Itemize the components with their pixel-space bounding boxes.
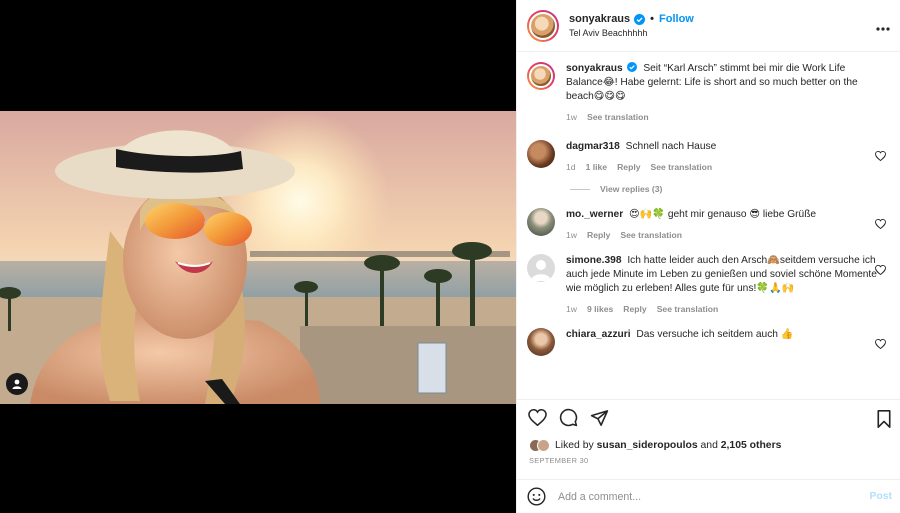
caption-username[interactable]: sonyakraus: [566, 63, 623, 74]
replies-divider: [570, 188, 590, 190]
likes-user[interactable]: susan_sideropoulos: [597, 440, 698, 451]
post-header: sonyakraus • Follow Tel Aviv Beachhhhh: [517, 0, 900, 52]
caption-avatar[interactable]: [527, 62, 555, 90]
emoji-icon[interactable]: [527, 487, 546, 506]
post-photo[interactable]: [0, 111, 516, 404]
caption: sonyakraus Seit “Karl Arsch” stimmt bei …: [527, 62, 890, 124]
comment-item: simone.398 Ich hatte leider auch den Ars…: [527, 254, 890, 316]
post-comment-button[interactable]: Post: [869, 491, 892, 502]
see-translation-button[interactable]: See translation: [657, 302, 719, 316]
post-details-panel: sonyakraus • Follow Tel Aviv Beachhhhh s…: [516, 0, 900, 513]
post-location[interactable]: Tel Aviv Beachhhhh: [569, 28, 694, 38]
see-translation-button[interactable]: See translation: [650, 160, 712, 174]
comment-username[interactable]: mo._werner: [566, 209, 623, 220]
comment-time[interactable]: 1w: [566, 228, 577, 242]
comment-username[interactable]: dagmar318: [566, 141, 620, 152]
likes-joiner: and: [700, 440, 718, 451]
verified-badge-icon: [627, 62, 638, 73]
likes-summary[interactable]: Liked by susan_sideropoulos and 2,105 ot…: [517, 435, 900, 452]
like-heart-icon[interactable]: [528, 409, 547, 426]
comment-likes-count[interactable]: 9 likes: [587, 302, 613, 316]
heart-icon[interactable]: [875, 262, 886, 280]
media-pane: [0, 0, 516, 513]
comment-text: 😍🙌🍀 geht mir genauso 😎 liebe Grüße: [629, 209, 817, 220]
more-options-icon[interactable]: [876, 18, 890, 36]
likes-prefix: Liked by: [555, 440, 594, 451]
heart-icon[interactable]: [875, 216, 886, 234]
comment-item: chiara_azzuri Das versuche ich seitdem a…: [527, 328, 890, 356]
likes-others[interactable]: 2,105 others: [721, 440, 782, 451]
comments-list[interactable]: sonyakraus Seit “Karl Arsch” stimmt bei …: [517, 52, 900, 399]
caption-see-translation[interactable]: See translation: [587, 110, 649, 124]
see-translation-button[interactable]: See translation: [620, 228, 682, 242]
view-replies-button[interactable]: View replies (3): [570, 184, 890, 194]
comment-icon[interactable]: [559, 408, 578, 427]
comment-username[interactable]: chiara_azzuri: [566, 329, 631, 340]
user-tag-icon[interactable]: [6, 373, 28, 395]
comment-likes-count[interactable]: 1 like: [586, 160, 608, 174]
add-comment-input[interactable]: [558, 490, 848, 503]
caption-time[interactable]: 1w: [566, 110, 577, 124]
reply-button[interactable]: Reply: [617, 160, 640, 174]
comment-time[interactable]: 1d: [566, 160, 576, 174]
post-actions-bar: [517, 399, 900, 435]
view-replies-label: View replies (3): [600, 184, 663, 194]
commenter-avatar[interactable]: [527, 328, 555, 356]
commenter-avatar[interactable]: [527, 208, 555, 236]
post-modal: sonyakraus • Follow Tel Aviv Beachhhhh s…: [0, 0, 900, 513]
liker-avatar: [537, 439, 550, 452]
bookmark-icon[interactable]: [876, 410, 892, 433]
verified-badge-icon: [634, 13, 646, 25]
commenter-avatar[interactable]: [527, 140, 555, 168]
post-date[interactable]: SEPTEMBER 30: [517, 452, 900, 465]
comment-item: mo._werner 😍🙌🍀 geht mir genauso 😎 liebe …: [527, 208, 890, 242]
reply-button[interactable]: Reply: [587, 228, 610, 242]
add-comment-bar: Post: [517, 479, 900, 513]
heart-icon[interactable]: [875, 148, 886, 166]
comment-item: dagmar318 Schnell nach Hause 1d 1 like R…: [527, 140, 890, 174]
share-icon[interactable]: [590, 409, 609, 427]
comment-text: Das versuche ich seitdem auch 👍: [636, 329, 794, 340]
comment-username[interactable]: simone.398: [566, 255, 622, 266]
follow-button[interactable]: Follow: [659, 13, 694, 25]
comment-text: Schnell nach Hause: [625, 141, 717, 152]
reply-button[interactable]: Reply: [623, 302, 646, 316]
author-username[interactable]: sonyakraus: [569, 13, 630, 25]
comment-time[interactable]: 1w: [566, 302, 577, 316]
heart-icon[interactable]: [875, 336, 886, 354]
commenter-avatar[interactable]: [527, 254, 555, 282]
separator-dot: •: [650, 13, 655, 25]
author-avatar[interactable]: [527, 9, 559, 42]
